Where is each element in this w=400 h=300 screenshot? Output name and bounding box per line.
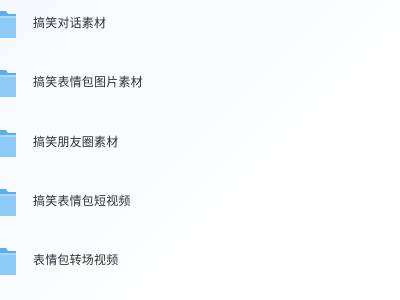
folder-icon bbox=[0, 248, 16, 275]
folder-label: 搞笑表情包短视频 bbox=[33, 194, 131, 208]
folder-label: 搞笑对话素材 bbox=[33, 16, 107, 30]
folder-icon bbox=[0, 11, 16, 38]
folder-list: 搞笑对话素材 搞笑表情包图片素材 搞笑朋友圈素材 搞笑表情包短视频 表情包转场视… bbox=[0, 0, 400, 300]
folder-label: 表情包转场视频 bbox=[33, 253, 119, 267]
folder-icon bbox=[0, 189, 16, 216]
folder-icon bbox=[0, 130, 16, 157]
folder-item-sticker-images[interactable]: 搞笑表情包图片素材 bbox=[0, 63, 400, 103]
folder-item-sticker-short-videos[interactable]: 搞笑表情包短视频 bbox=[0, 182, 400, 222]
folder-label: 搞笑朋友圈素材 bbox=[33, 135, 119, 149]
folder-item-transition-videos[interactable]: 表情包转场视频 bbox=[0, 241, 400, 281]
folder-item-dialogue-material[interactable]: 搞笑对话素材 bbox=[0, 4, 400, 44]
folder-item-moments-material[interactable]: 搞笑朋友圈素材 bbox=[0, 123, 400, 163]
folder-label: 搞笑表情包图片素材 bbox=[33, 75, 143, 89]
folder-icon bbox=[0, 70, 16, 97]
